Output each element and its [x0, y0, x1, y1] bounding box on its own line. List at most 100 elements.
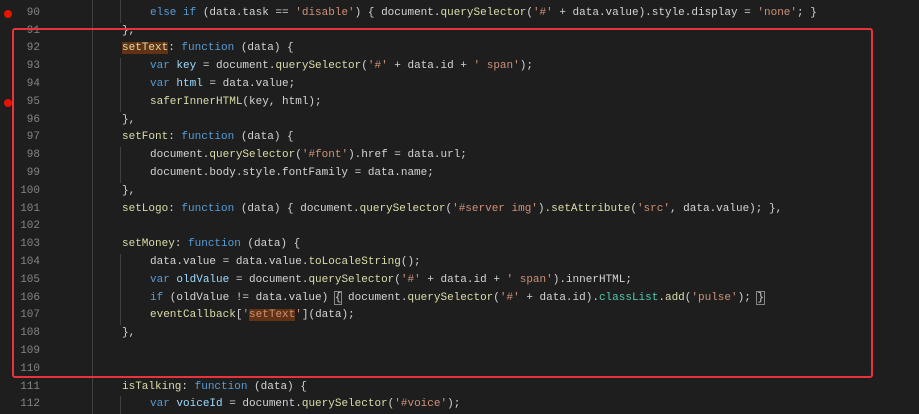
line-number: 90 — [26, 6, 40, 19]
code-token: ( — [630, 202, 637, 215]
code-token: ).href = data.url; — [348, 149, 467, 162]
code-token: document. — [341, 291, 408, 304]
line-number: 95 — [26, 95, 40, 108]
code-line[interactable]: 107 eventCallback['setText'](data); — [0, 307, 919, 326]
indent-guide — [92, 58, 93, 76]
code-token: var — [150, 77, 170, 90]
code-line[interactable]: 98 document.querySelector('#font').href =… — [0, 147, 919, 165]
code-token: = document. — [229, 273, 309, 286]
indent-guide — [92, 307, 93, 326]
code-token: '#' — [493, 0, 513, 1]
code-token: setLogo — [122, 202, 169, 215]
code-line[interactable]: 108}, — [0, 325, 919, 343]
code-text: document.querySelector('#font').href = d… — [150, 147, 467, 165]
code-token: setAttribute — [551, 202, 631, 215]
indent-guide — [92, 40, 93, 59]
code-token: }, — [122, 24, 136, 37]
code-token: ( — [394, 273, 401, 286]
code-token: var — [150, 60, 170, 73]
code-token: 'src' — [636, 202, 670, 215]
code-line[interactable]: 92 setText: function (data) { — [0, 40, 919, 59]
code-token: : — [168, 131, 182, 144]
code-line[interactable]: 112 var voiceId = document.querySelector(… — [0, 396, 919, 414]
line-number: 112 — [20, 398, 40, 411]
breakpoint-icon[interactable] — [4, 9, 12, 18]
code-token: '#voice' — [394, 398, 448, 411]
code-line[interactable]: 91}, — [0, 22, 919, 41]
code-token: + data.value).style.display = — [552, 6, 758, 19]
indent-guide — [92, 182, 93, 201]
code-token: ).innerHTML; — [552, 273, 632, 286]
code-token: (key, html); — [242, 95, 322, 108]
code-line[interactable]: 93 var key = document.querySelector('#' +… — [0, 58, 919, 76]
code-line[interactable]: 110 — [0, 360, 919, 379]
code-token: 'block' — [718, 0, 764, 1]
code-token: 'none' — [757, 6, 797, 19]
code-token: saferInnerHTML — [150, 95, 243, 108]
code-token: ). — [537, 202, 552, 215]
code-token: (data) { — [247, 380, 307, 393]
indent-guide — [92, 147, 93, 165]
code-line[interactable]: 106 if (oldValue != data.value) { documen… — [0, 289, 919, 308]
code-token: querySelector — [308, 273, 395, 286]
code-token: }, — [122, 327, 136, 340]
code-token: ; } — [764, 0, 784, 1]
code-line[interactable]: 109 — [0, 342, 919, 361]
line-number: 108 — [20, 327, 40, 340]
code-token: : — [168, 202, 182, 215]
line-number: 110 — [20, 362, 40, 375]
code-text: }, — [122, 325, 135, 343]
line-number: 102 — [20, 220, 40, 233]
code-line[interactable]: 105 var oldValue = document.querySelector… — [0, 271, 919, 290]
code-token: '#font' — [301, 149, 349, 162]
code-editor[interactable]: 89if (data.task == 'enable') { document.… — [0, 0, 919, 414]
indent-guide — [120, 271, 121, 290]
code-line[interactable]: 90 else if (data.task == 'disable') { doc… — [0, 4, 919, 23]
code-text: saferInnerHTML(key, html); — [150, 94, 322, 112]
code-token: oldValue — [169, 273, 230, 286]
code-text: }, — [122, 112, 135, 130]
code-text: else if (data.task == 'disable') { docum… — [150, 5, 817, 23]
indent-guide — [92, 129, 93, 148]
breakpoint-icon[interactable] — [4, 98, 12, 107]
line-number: 93 — [26, 60, 40, 73]
line-number: 99 — [26, 166, 40, 179]
indent-guide — [120, 164, 121, 183]
indent-guide — [120, 75, 121, 94]
code-line[interactable]: 101 setLogo: function (data) { document.q… — [0, 200, 919, 219]
code-token: (data.task == — [196, 6, 296, 19]
code-token: function — [181, 131, 235, 144]
code-token: (data) { — [240, 238, 301, 251]
code-token: = data.value; — [202, 77, 296, 90]
code-line[interactable]: 95 saferInnerHTML(key, html); — [0, 93, 919, 112]
code-token: ' — [295, 309, 302, 322]
indent-guide — [92, 75, 93, 94]
code-token: = document. — [196, 60, 276, 73]
line-number: 94 — [26, 77, 40, 90]
code-line[interactable]: 96}, — [0, 111, 919, 130]
indent-guide — [92, 4, 93, 23]
code-token: querySelector — [209, 149, 296, 162]
code-line[interactable]: 99 document.body.style.fontFamily = data.… — [0, 164, 919, 183]
code-text: var oldValue = document.querySelector('#… — [150, 272, 632, 290]
code-line[interactable]: 104 data.value = data.value.toLocaleStrin… — [0, 253, 919, 272]
indent-guide — [92, 200, 93, 219]
code-text: isTalking: function (data) { — [122, 379, 307, 397]
code-line[interactable]: 102 — [0, 218, 919, 237]
code-line[interactable]: 100}, — [0, 182, 919, 201]
code-token: var — [150, 273, 170, 286]
code-token: setText — [122, 42, 169, 55]
code-line[interactable]: 103 setMoney: function (data) { — [0, 236, 919, 254]
line-number: 109 — [20, 344, 40, 357]
line-number: 105 — [20, 273, 40, 286]
code-token: querySelector — [301, 398, 388, 411]
code-token: (data) { — [234, 42, 294, 55]
indent-guide — [120, 147, 121, 165]
code-token: (oldValue != data.value) — [163, 291, 335, 304]
code-line[interactable]: 97 setFont: function (data) { — [0, 129, 919, 148]
code-line[interactable]: 111 isTalking: function (data) { — [0, 378, 919, 397]
code-token: , data.value); }, — [669, 202, 783, 215]
code-line[interactable]: 94 var html = data.value; — [0, 75, 919, 94]
code-text: document.body.style.fontFamily = data.na… — [150, 165, 434, 183]
indent-guide — [92, 218, 93, 237]
